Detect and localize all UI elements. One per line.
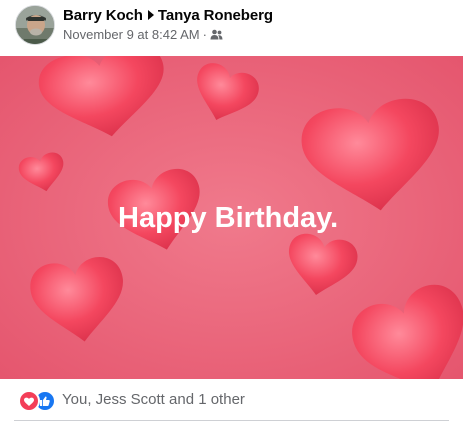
divider	[14, 420, 449, 421]
reaction-summary[interactable]: You, Jess Scott and 1 other	[62, 390, 245, 410]
greeting-text-wrap: Happy Birthday.	[118, 202, 338, 242]
love-icon[interactable]	[18, 390, 40, 412]
author-avatar[interactable]	[15, 5, 55, 45]
caret-right-icon	[147, 10, 154, 20]
author-name[interactable]: Barry Koch	[63, 7, 143, 24]
birthday-image[interactable]: Happy Birthday.	[0, 56, 463, 379]
reaction-icons[interactable]	[18, 390, 58, 412]
post-names: Barry Koch Tanya Roneberg	[63, 5, 273, 25]
reactions-bar[interactable]: You, Jess Scott and 1 other	[0, 379, 463, 421]
post-timestamp[interactable]: November 9 at 8:42 AM	[63, 27, 200, 42]
post-card: Barry Koch Tanya Roneberg November 9 at …	[0, 0, 463, 426]
friends-icon[interactable]	[210, 29, 223, 40]
post-header: Barry Koch Tanya Roneberg November 9 at …	[0, 0, 463, 56]
post-meta: November 9 at 8:42 AM ·	[63, 26, 223, 42]
greeting-text: Happy Birthday.	[118, 202, 339, 234]
meta-separator: ·	[202, 26, 207, 42]
recipient-name[interactable]: Tanya Roneberg	[158, 7, 273, 24]
